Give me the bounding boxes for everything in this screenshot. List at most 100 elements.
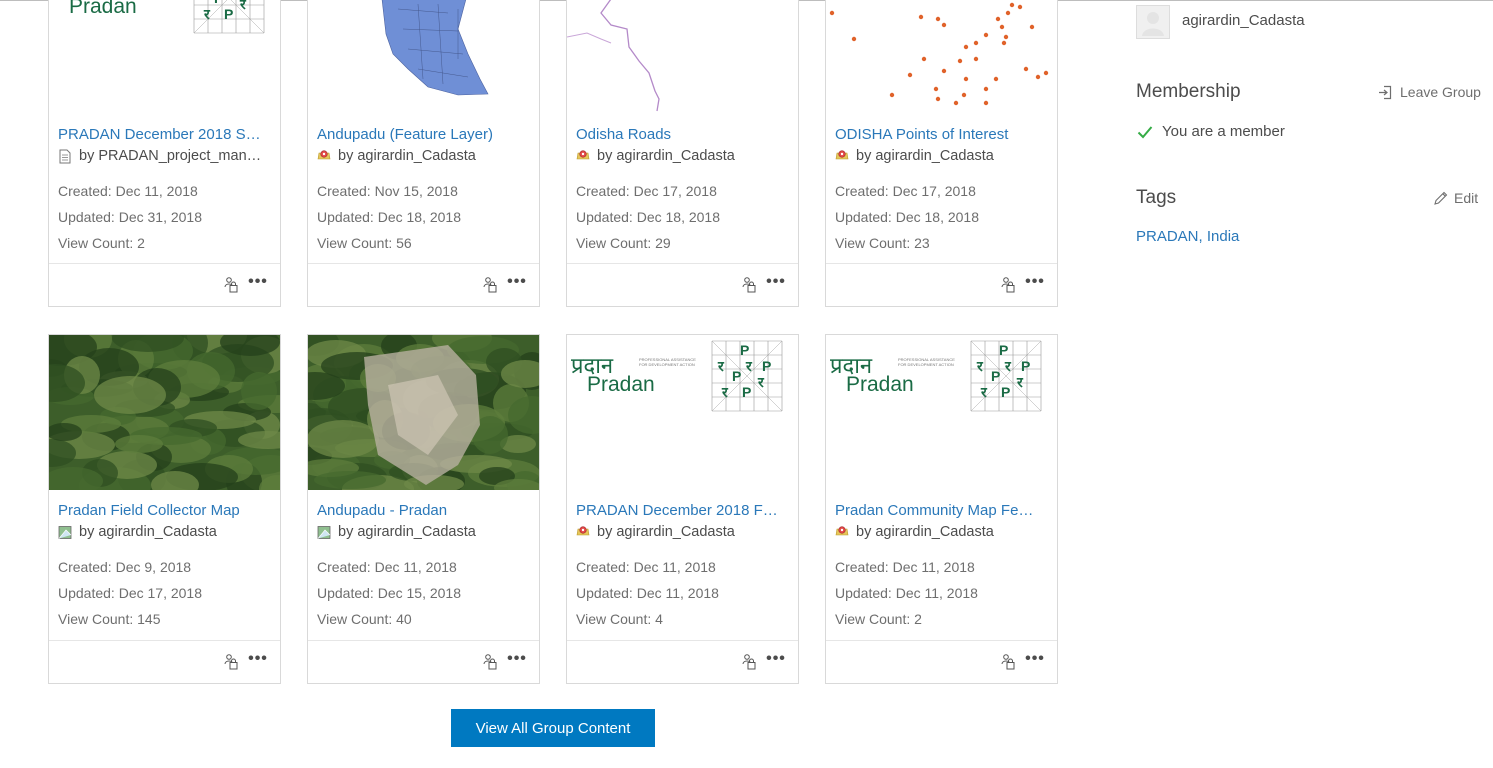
card-updated: Updated: Dec 11, 2018 — [835, 585, 978, 601]
card-thumbnail[interactable]: प्रदान Pradan PROFESSIONAL ASSISTANCE FO… — [567, 335, 798, 490]
sharing-icon[interactable] — [1001, 654, 1015, 670]
feature-layer-icon — [835, 149, 849, 159]
sharing-icon[interactable] — [1001, 277, 1015, 293]
sharing-icon[interactable] — [224, 654, 238, 670]
more-options-icon[interactable]: ••• — [765, 649, 787, 669]
more-options-icon[interactable]: ••• — [1024, 649, 1046, 669]
card-owner[interactable]: by agirardin_Cadasta — [835, 148, 1053, 164]
card-title[interactable]: Andupadu (Feature Layer) — [317, 126, 535, 143]
owner-name[interactable]: agirardin_Cadasta — [1182, 12, 1305, 29]
more-options-icon[interactable]: ••• — [765, 272, 787, 292]
card-owner-label: by agirardin_Cadasta — [597, 148, 735, 164]
card-title[interactable]: PRADAN December 2018 F… — [576, 502, 794, 519]
svg-text:P: P — [762, 358, 771, 374]
member-status-label: You are a member — [1162, 123, 1285, 140]
card-thumbnail[interactable] — [308, 335, 539, 490]
card-thumbnail[interactable] — [308, 0, 539, 114]
pradan-logo-image: प्रदान Pradan PROFESSIONAL ASSISTANCE FO… — [53, 0, 265, 34]
card-updated: Updated: Dec 11, 2018 — [576, 585, 719, 601]
feature-layer-icon — [317, 149, 331, 159]
card-footer: ••• — [308, 640, 539, 683]
card-created: Created: Dec 11, 2018 — [835, 559, 975, 575]
more-options-icon[interactable]: ••• — [506, 649, 528, 669]
content-card[interactable]: Andupadu (Feature Layer) by agirardin_Ca… — [307, 0, 540, 307]
leave-group-button[interactable]: Leave Group — [1378, 84, 1481, 100]
card-view-count: View Count: 29 — [576, 235, 671, 251]
card-owner[interactable]: by agirardin_Cadasta — [317, 524, 535, 540]
card-view-count: View Count: 40 — [317, 611, 412, 627]
pencil-icon — [1434, 191, 1448, 205]
svg-text:P: P — [1001, 384, 1010, 400]
card-title[interactable]: PRADAN December 2018 S… — [58, 126, 276, 143]
user-avatar-icon — [1142, 12, 1164, 36]
svg-text:P: P — [224, 6, 233, 22]
svg-text:र: र — [239, 0, 247, 12]
card-footer: ••• — [567, 263, 798, 306]
more-options-icon[interactable]: ••• — [506, 272, 528, 292]
pradan-logo-image: प्रदान Pradan PROFESSIONAL ASSISTANCE FO… — [571, 340, 783, 412]
svg-text:र: र — [980, 384, 988, 400]
content-card[interactable]: Andupadu - Pradan by agirardin_Cadasta C… — [307, 334, 540, 684]
card-view-count: View Count: 2 — [835, 611, 922, 627]
card-thumbnail[interactable]: प्रदान Pradan PROFESSIONAL ASSISTANCE FO… — [49, 0, 280, 114]
card-owner-label: by agirardin_Cadasta — [338, 524, 476, 540]
card-thumbnail[interactable] — [567, 0, 798, 114]
content-card[interactable]: प्रदान Pradan PROFESSIONAL ASSISTANCE FO… — [825, 334, 1058, 684]
more-options-icon[interactable]: ••• — [247, 649, 269, 669]
content-card[interactable]: Odisha Roads by agirardin_Cadasta Create… — [566, 0, 799, 307]
tags-list[interactable]: PRADAN, India — [1136, 228, 1239, 245]
card-updated: Updated: Dec 18, 2018 — [835, 209, 979, 225]
card-title[interactable]: Pradan Community Map Fe… — [835, 502, 1053, 519]
content-card[interactable]: Pradan Field Collector Map by agirardin_… — [48, 334, 281, 684]
card-owner-label: by agirardin_Cadasta — [856, 148, 994, 164]
card-footer: ••• — [826, 640, 1057, 683]
logo-latin: Pradan — [846, 373, 914, 396]
card-title[interactable]: Pradan Field Collector Map — [58, 502, 276, 519]
card-owner-label: by agirardin_Cadasta — [79, 524, 217, 540]
view-all-group-content-button[interactable]: View All Group Content — [451, 709, 655, 747]
card-title[interactable]: Odisha Roads — [576, 126, 794, 143]
svg-text:FOR DEVELOPMENT ACTION: FOR DEVELOPMENT ACTION — [639, 362, 695, 367]
card-owner[interactable]: by agirardin_Cadasta — [576, 524, 794, 540]
card-updated: Updated: Dec 18, 2018 — [576, 209, 720, 225]
card-owner[interactable]: by agirardin_Cadasta — [58, 524, 276, 540]
content-card[interactable]: प्रदान Pradan PROFESSIONAL ASSISTANCE FO… — [566, 334, 799, 684]
card-title[interactable]: Andupadu - Pradan — [317, 502, 535, 519]
card-owner[interactable]: by PRADAN_project_man… — [58, 148, 276, 164]
card-view-count: View Count: 4 — [576, 611, 663, 627]
more-options-icon[interactable]: ••• — [1024, 272, 1046, 292]
check-icon — [1137, 125, 1153, 138]
svg-text:P: P — [991, 368, 1000, 384]
points-map-image — [829, 2, 1049, 106]
roads-map-image — [567, 0, 660, 112]
card-owner[interactable]: by agirardin_Cadasta — [835, 524, 1053, 540]
sharing-icon[interactable] — [742, 654, 756, 670]
content-card[interactable]: प्रदान Pradan PROFESSIONAL ASSISTANCE FO… — [48, 0, 281, 307]
sharing-icon[interactable] — [224, 277, 238, 293]
more-options-icon[interactable]: ••• — [247, 272, 269, 292]
card-owner-label: by agirardin_Cadasta — [856, 524, 994, 540]
svg-text:र: र — [721, 384, 729, 400]
svg-text:र: र — [976, 358, 984, 374]
card-thumbnail[interactable] — [49, 335, 280, 490]
svg-text:P: P — [1021, 358, 1030, 374]
card-updated: Updated: Dec 15, 2018 — [317, 585, 461, 601]
card-title[interactable]: ODISHA Points of Interest — [835, 126, 1053, 143]
card-updated: Updated: Dec 18, 2018 — [317, 209, 461, 225]
satellite-image — [49, 335, 280, 490]
feature-layer-icon — [835, 525, 849, 535]
card-owner[interactable]: by agirardin_Cadasta — [576, 148, 794, 164]
sharing-icon[interactable] — [742, 277, 756, 293]
card-thumbnail[interactable] — [826, 0, 1057, 114]
card-owner[interactable]: by agirardin_Cadasta — [317, 148, 535, 164]
card-created: Created: Dec 17, 2018 — [835, 183, 976, 199]
card-updated: Updated: Dec 17, 2018 — [58, 585, 202, 601]
card-thumbnail[interactable]: प्रदान Pradan PROFESSIONAL ASSISTANCE FO… — [826, 335, 1057, 490]
edit-tags-button[interactable]: Edit — [1433, 190, 1478, 206]
web-map-icon — [58, 525, 72, 539]
satellite-image — [308, 335, 539, 490]
svg-text:र: र — [757, 374, 765, 390]
content-card[interactable]: ODISHA Points of Interest by agirardin_C… — [825, 0, 1058, 307]
sharing-icon[interactable] — [483, 277, 497, 293]
sharing-icon[interactable] — [483, 654, 497, 670]
